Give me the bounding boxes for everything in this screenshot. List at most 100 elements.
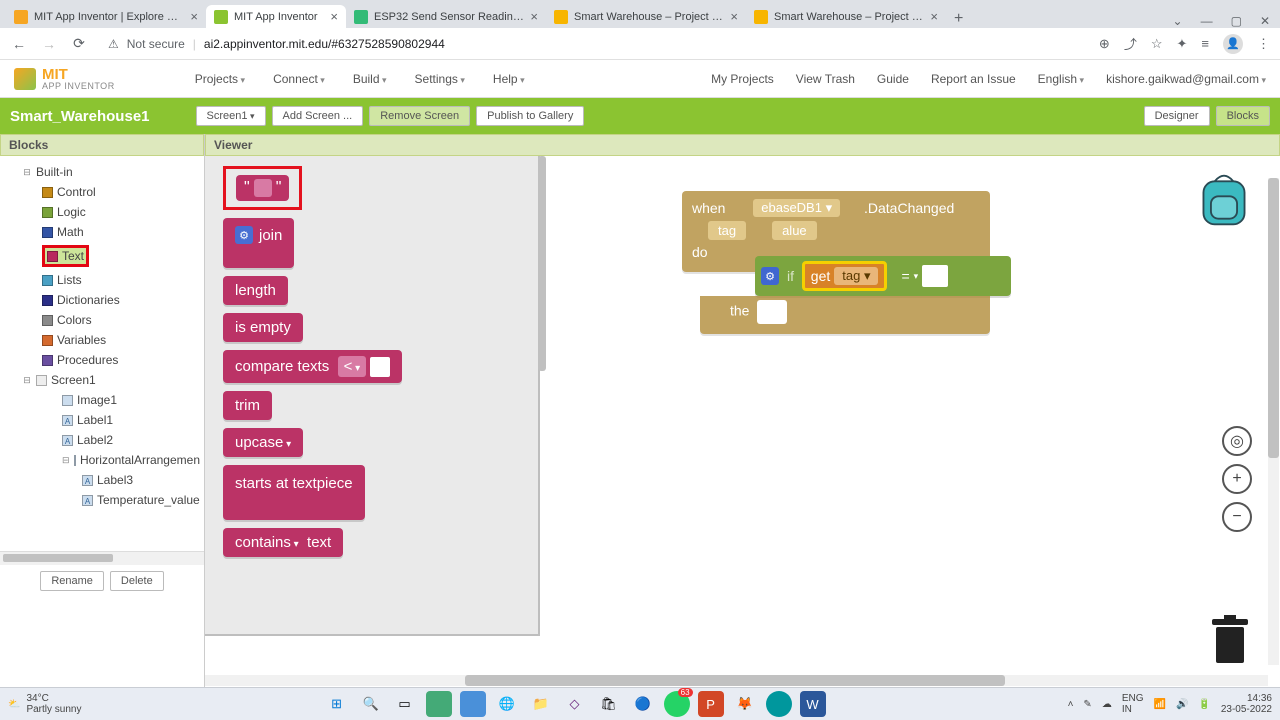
tree-logic[interactable]: Logic bbox=[4, 202, 200, 222]
browser-tab[interactable]: MIT App Inventor | Explore MIT A× bbox=[6, 5, 206, 28]
menu-help[interactable]: Help bbox=[493, 72, 525, 86]
store-icon[interactable]: 🛍 bbox=[596, 691, 622, 717]
start-icon[interactable]: ⊞ bbox=[324, 691, 350, 717]
weather-widget[interactable]: ⛅ 34°CPartly sunny bbox=[8, 693, 81, 715]
menu-connect[interactable]: Connect bbox=[273, 72, 325, 86]
close-icon[interactable]: × bbox=[930, 9, 938, 24]
block-equals[interactable]: =▾ bbox=[893, 262, 952, 290]
zoom-out-icon[interactable]: − bbox=[1222, 502, 1252, 532]
tree-lists[interactable]: Lists bbox=[4, 270, 200, 290]
tree-horizontalarrangement[interactable]: ⊟HorizontalArrangemen bbox=[4, 450, 200, 470]
block-contains[interactable]: contains text bbox=[223, 528, 343, 557]
tree-control[interactable]: Control bbox=[4, 182, 200, 202]
browser-tab[interactable]: Smart Warehouse – Project settin× bbox=[746, 5, 946, 28]
browser-tab-active[interactable]: MIT App Inventor× bbox=[206, 5, 346, 28]
extensions-icon[interactable]: ✦ bbox=[1177, 36, 1188, 52]
edge-icon[interactable]: 🔵 bbox=[630, 691, 656, 717]
volume-icon[interactable]: 🔊 bbox=[1176, 699, 1188, 710]
block-trim[interactable]: trim bbox=[223, 391, 272, 420]
tree-label1[interactable]: ALabel1 bbox=[4, 410, 200, 430]
close-icon[interactable]: × bbox=[190, 9, 198, 24]
close-icon[interactable]: × bbox=[730, 9, 738, 24]
block-string-literal[interactable]: "" bbox=[236, 175, 289, 201]
block-join[interactable]: ⚙join bbox=[223, 218, 294, 268]
zoom-in-icon[interactable]: + bbox=[1222, 464, 1252, 494]
delete-button[interactable]: Delete bbox=[110, 571, 164, 591]
word-icon[interactable]: W bbox=[800, 691, 826, 717]
powerpoint-icon[interactable]: P bbox=[698, 691, 724, 717]
publish-button[interactable]: Publish to Gallery bbox=[476, 106, 584, 126]
browser-tab[interactable]: Smart Warehouse – Project settin× bbox=[546, 5, 746, 28]
language-dropdown[interactable]: English bbox=[1038, 72, 1084, 86]
window-dropdown-icon[interactable]: ⌄ bbox=[1173, 14, 1183, 28]
param-value[interactable]: alue bbox=[772, 221, 817, 240]
tree-math[interactable]: Math bbox=[4, 222, 200, 242]
chrome-icon[interactable]: 🌐 bbox=[494, 691, 520, 717]
new-tab-button[interactable]: + bbox=[946, 10, 971, 28]
close-icon[interactable]: × bbox=[530, 9, 538, 24]
block-isempty[interactable]: is empty bbox=[223, 313, 303, 342]
backpack-icon[interactable] bbox=[1196, 170, 1252, 230]
trash-icon[interactable] bbox=[1210, 615, 1250, 667]
zoom-icon[interactable]: ⊕ bbox=[1099, 36, 1110, 52]
menu-icon[interactable]: ⋮ bbox=[1257, 36, 1270, 52]
tray-chevron-icon[interactable]: ˄ bbox=[1068, 699, 1074, 710]
app-icon[interactable] bbox=[460, 691, 486, 717]
screen-dropdown[interactable]: Screen1 bbox=[196, 106, 266, 126]
reading-list-icon[interactable]: ≡ bbox=[1201, 36, 1209, 51]
taskview-icon[interactable]: ▭ bbox=[392, 691, 418, 717]
tree-builtin[interactable]: ⊟Built-in bbox=[4, 162, 200, 182]
link-myprojects[interactable]: My Projects bbox=[711, 72, 774, 86]
var-dropdown[interactable]: tag ▾ bbox=[834, 267, 878, 285]
flyout-scrollbar[interactable] bbox=[538, 156, 546, 371]
pen-icon[interactable]: ✎ bbox=[1083, 699, 1091, 710]
tree-screen1[interactable]: ⊟Screen1 bbox=[4, 370, 200, 390]
profile-avatar[interactable]: 👤 bbox=[1223, 34, 1243, 54]
block-if[interactable]: ⚙ if gettag ▾ =▾ bbox=[755, 256, 1011, 296]
designer-button[interactable]: Designer bbox=[1144, 106, 1210, 126]
gear-icon[interactable]: ⚙ bbox=[235, 226, 253, 244]
blocks-button[interactable]: Blocks bbox=[1216, 106, 1270, 126]
logo[interactable]: MITAPP INVENTOR bbox=[14, 67, 115, 91]
tree-label3[interactable]: ALabel3 bbox=[4, 470, 200, 490]
reload-icon[interactable]: ⟳ bbox=[70, 35, 88, 52]
blocks-tree[interactable]: ⊟Built-in Control Logic Math Text Lists … bbox=[0, 156, 204, 551]
app-icon[interactable] bbox=[426, 691, 452, 717]
link-report[interactable]: Report an Issue bbox=[931, 72, 1016, 86]
bookmark-icon[interactable]: ☆ bbox=[1151, 36, 1163, 52]
battery-icon[interactable]: 🔋 bbox=[1198, 699, 1210, 710]
canvas-vscrollbar[interactable] bbox=[1268, 178, 1279, 665]
tree-colors[interactable]: Colors bbox=[4, 310, 200, 330]
tree-temperature-value[interactable]: ATemperature_value bbox=[4, 490, 200, 510]
share-icon[interactable]: ⤴ bbox=[1124, 34, 1137, 53]
close-icon[interactable]: × bbox=[330, 9, 338, 24]
wifi-icon[interactable]: 📶 bbox=[1153, 699, 1165, 710]
clock[interactable]: 14:3623-05-2022 bbox=[1221, 693, 1272, 715]
address-bar[interactable]: ⚠ Not secure | ai2.appinventor.mit.edu/#… bbox=[100, 35, 1087, 53]
tree-label2[interactable]: ALabel2 bbox=[4, 430, 200, 450]
block-get-tag[interactable]: gettag ▾ bbox=[802, 261, 888, 291]
remove-screen-button[interactable]: Remove Screen bbox=[369, 106, 470, 126]
explorer-icon[interactable]: 📁 bbox=[528, 691, 554, 717]
search-icon[interactable]: 🔍 bbox=[358, 691, 384, 717]
language-indicator[interactable]: ENGIN bbox=[1122, 693, 1144, 715]
block-then[interactable]: the bbox=[700, 296, 990, 334]
component-dropdown[interactable]: ebaseDB1 ▾ bbox=[753, 199, 840, 217]
back-icon[interactable]: ← bbox=[10, 36, 28, 52]
vs-icon[interactable]: ◇ bbox=[562, 691, 588, 717]
onedrive-icon[interactable]: ☁ bbox=[1102, 699, 1112, 710]
block-compare-texts[interactable]: compare texts < bbox=[223, 350, 402, 383]
rename-button[interactable]: Rename bbox=[40, 571, 104, 591]
menu-projects[interactable]: Projects bbox=[195, 72, 245, 86]
account-dropdown[interactable]: kishore.gaikwad@gmail.com bbox=[1106, 72, 1266, 86]
minimize-icon[interactable]: — bbox=[1201, 14, 1213, 28]
recenter-icon[interactable]: ◎ bbox=[1222, 426, 1252, 456]
window-close-icon[interactable]: ✕ bbox=[1260, 14, 1270, 28]
tree-text[interactable]: Text bbox=[4, 242, 200, 270]
tree-variables[interactable]: Variables bbox=[4, 330, 200, 350]
whatsapp-icon[interactable] bbox=[664, 691, 690, 717]
block-upcase[interactable]: upcase bbox=[223, 428, 303, 457]
arduino-icon[interactable] bbox=[766, 691, 792, 717]
browser-tab[interactable]: ESP32 Send Sensor Readings to G× bbox=[346, 5, 546, 28]
link-guide[interactable]: Guide bbox=[877, 72, 909, 86]
